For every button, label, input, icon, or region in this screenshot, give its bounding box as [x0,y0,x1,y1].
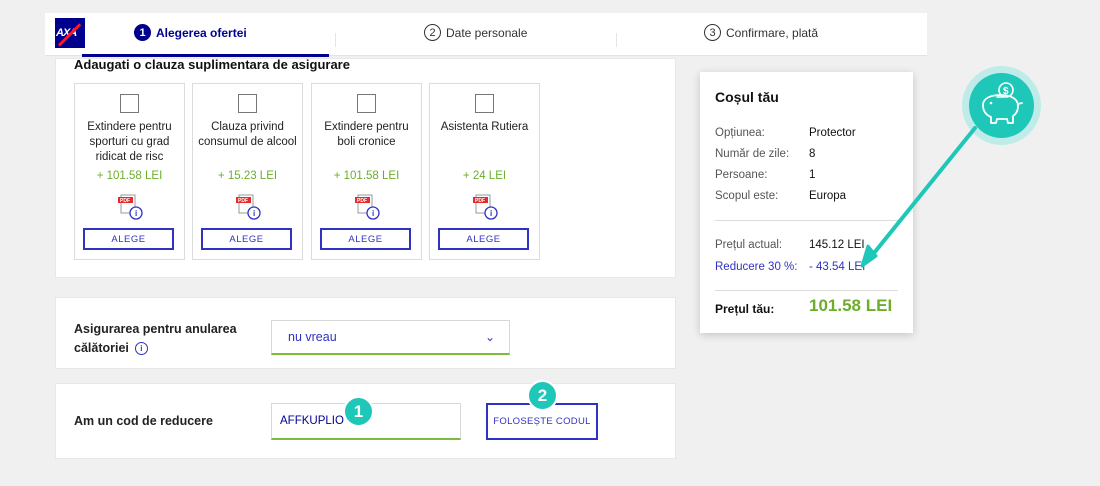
step-2-number: 2 [424,24,441,41]
clause-section: Adaugati o clauza suplimentara de asigur… [55,57,676,278]
callout-badge-2: 2 [527,380,558,411]
svg-text:i: i [135,209,137,218]
alege-button[interactable]: ALEGE [320,228,411,250]
clause-title: Asistenta Rutiera [440,121,529,133]
step-1-label: Alegerea ofertei [156,25,247,40]
clause-checkbox[interactable] [475,94,494,113]
cart-row-label: Scopul este: [715,190,779,202]
svg-text:PDF: PDF [238,198,248,204]
step-2[interactable]: 2 Date personale [424,24,527,41]
cancellation-label: Asigurarea pentru anularea călătoriei i [74,322,237,356]
current-price-label: Prețul actual: [715,239,783,251]
cart-row-label: Număr de zile: [715,148,790,160]
cancellation-select[interactable]: nu vreau ⌄ [271,320,510,355]
discount-value: - 43.54 LEI [809,261,866,273]
info-icon[interactable]: i [134,342,148,356]
clause-checkbox[interactable] [357,94,376,113]
svg-text:i: i [253,209,255,218]
step-1[interactable]: 1 Alegerea ofertei [134,24,247,41]
pdf-icon[interactable]: PDF i [235,194,261,220]
discount-label: Reducere 30 %: [715,261,798,273]
clause-card: Extindere pentru boli cronice + 101.58 L… [311,83,422,260]
cart-row-label: Persoane: [715,169,768,181]
pdf-icon[interactable]: PDF i [354,194,380,220]
clause-section-title: Adaugati o clauza suplimentara de asigur… [74,57,350,72]
clause-title: Extindere pentru sporturi cu grad ridica… [87,121,172,163]
step-2-label: Date personale [446,25,528,40]
clause-card: Clauza privind consumul de alcool + 15.2… [192,83,303,260]
total-price-label: Prețul tău: [715,302,775,316]
total-price-value: 101.58 LEI [809,296,893,315]
clause-price: + 24 LEI [462,170,507,182]
cancellation-section: Asigurarea pentru anularea călătoriei i n… [55,297,676,369]
axa-logo[interactable]: AXA [55,18,85,48]
svg-text:PDF: PDF [475,198,485,204]
cart-row-value: Europa [809,190,847,202]
clause-price: + 15.23 LEI [217,170,278,182]
current-price-value: 145.12 LEI [809,239,865,251]
alege-button[interactable]: ALEGE [83,228,174,250]
discount-code-value: AFFKUPLIO [280,415,344,427]
cart-divider [715,220,898,221]
piggy-bank-icon: $ [969,73,1034,138]
step-3[interactable]: 3 Confirmare, plată [704,24,818,41]
svg-text:PDF: PDF [357,198,367,204]
cart-title: Coșul tău [715,89,779,105]
step-1-number: 1 [134,24,151,41]
step-3-number: 3 [704,24,721,41]
cart-row-value: 8 [809,148,816,160]
svg-text:PDF: PDF [120,198,130,204]
clause-title: Extindere pentru boli cronice [324,121,409,148]
cart-divider [715,290,898,291]
cart-panel: Coșul tău Opțiunea: Protector Număr de z… [700,72,913,333]
cart-row-value: Protector [809,127,856,139]
progress-header: AXA 1 Alegerea ofertei 2 Date personale … [45,13,927,56]
step-3-label: Confirmare, plată [726,25,819,40]
alege-button[interactable]: ALEGE [201,228,292,250]
clause-checkbox[interactable] [238,94,257,113]
select-value: nu vreau [288,330,337,344]
clause-price: + 101.58 LEI [333,170,400,182]
cart-row-label: Opțiunea: [715,127,765,139]
svg-text:i: i [372,209,374,218]
clause-card: Extindere pentru sporturi cu grad ridica… [74,83,185,260]
clause-card: Asistenta Rutiera + 24 LEI PDF i ALEGE [429,83,540,260]
discount-code-label: Am un cod de reducere [74,414,213,428]
alege-button[interactable]: ALEGE [438,228,529,250]
clause-checkbox[interactable] [120,94,139,113]
chevron-down-icon: ⌄ [484,330,495,344]
cart-row-value: 1 [809,169,816,181]
svg-text:i: i [490,209,492,218]
callout-badge-1: 1 [343,396,374,427]
pdf-icon[interactable]: PDF i [472,194,498,220]
clause-price: + 101.58 LEI [96,170,163,182]
pdf-icon[interactable]: PDF i [117,194,143,220]
clause-title: Clauza privind consumul de alcool [198,121,297,148]
